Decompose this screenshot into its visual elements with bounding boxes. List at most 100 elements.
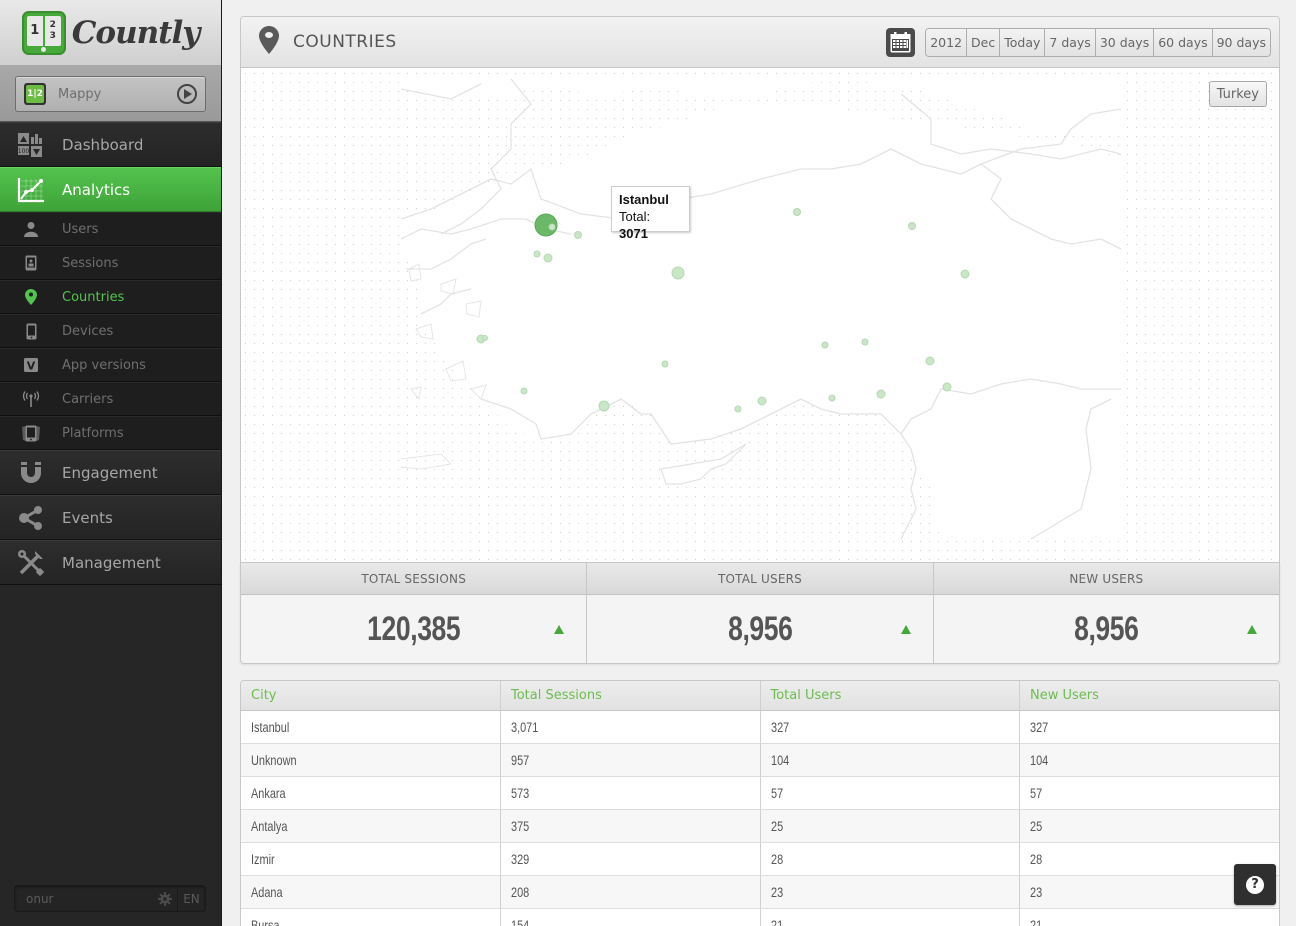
city-bubble[interactable] (793, 208, 801, 216)
region-button-turkey[interactable]: Turkey (1208, 81, 1267, 107)
cell-text: 23 (770, 883, 783, 900)
sidebar-item-label: Users (62, 221, 99, 237)
cell-text: Istanbul (251, 718, 290, 735)
logo[interactable]: 123 Countly (0, 0, 221, 66)
city-bubble[interactable] (960, 269, 970, 279)
user-bar: onur EN (14, 885, 206, 912)
city-bubble[interactable] (876, 389, 886, 399)
city-bubble[interactable] (598, 400, 610, 412)
map-pin-icon (259, 26, 279, 58)
table-cell: 375 (500, 809, 760, 843)
city-bubble[interactable] (543, 253, 553, 263)
sidebar-item-platforms[interactable]: Platforms (0, 416, 221, 450)
column-header-new-users[interactable]: New Users (1019, 681, 1279, 711)
sidebar-item-label: Events (62, 508, 113, 527)
city-bubble[interactable] (548, 223, 556, 231)
username[interactable]: onur (15, 892, 153, 906)
date-button-90-days[interactable]: 90 days (1211, 28, 1270, 56)
date-button-7-days[interactable]: 7 days (1044, 28, 1095, 56)
big-number-total-sessions[interactable]: TOTAL SESSIONS 120,385 (241, 563, 587, 663)
date-button-60-days[interactable]: 60 days (1153, 28, 1212, 56)
antenna-icon (0, 391, 62, 407)
sidebar-item-management[interactable]: Management (0, 540, 221, 585)
sidebar-item-users[interactable]: Users (0, 212, 221, 246)
table-row[interactable]: Ankara 573 57 57 (241, 776, 1279, 810)
table-row[interactable]: Antalya 375 25 25 (241, 809, 1279, 843)
city-bubble[interactable] (821, 341, 829, 349)
session-phone-icon (0, 255, 62, 271)
city-bubble[interactable] (482, 335, 488, 341)
cell-text: 28 (1030, 850, 1043, 867)
table-cell: 104 (1019, 743, 1279, 777)
sidebar-item-label: Devices (62, 323, 114, 339)
column-header-total-users[interactable]: Total Users (759, 681, 1020, 711)
cell-text: 3,071 (511, 718, 539, 735)
sidebar-item-label: Engagement (62, 463, 158, 482)
table-cell: Ankara (241, 776, 501, 810)
sidebar-item-engagement[interactable]: Engagement (0, 450, 221, 495)
cell-text: 57 (1030, 784, 1043, 801)
cell-text: 28 (770, 850, 783, 867)
city-bubble[interactable] (734, 405, 742, 413)
sidebar-item-sessions[interactable]: Sessions (0, 246, 221, 280)
city-bubble[interactable] (671, 266, 685, 280)
city-bubble[interactable] (925, 356, 935, 366)
sidebar-item-countries[interactable]: Countries (0, 280, 221, 314)
big-number-total-users[interactable]: TOTAL USERS 8,956 (586, 563, 933, 663)
sidebar-item-devices[interactable]: Devices (0, 314, 221, 348)
map-tooltip: Istanbul Total: 3071 (611, 186, 690, 241)
big-number-new-users[interactable]: NEW USERS 8,956 (932, 563, 1279, 663)
date-button-today[interactable]: Today (999, 28, 1045, 56)
cell-text: 25 (770, 817, 783, 834)
table-cell: Unknown (241, 743, 501, 777)
table-cell: 154 (500, 908, 760, 926)
sidebar-item-dashboard[interactable]: 100 Dashboard (0, 122, 221, 167)
table-row[interactable]: Unknown 957 104 104 (241, 743, 1279, 777)
gear-icon[interactable] (153, 891, 177, 906)
city-bubble[interactable] (520, 387, 528, 395)
calendar-button[interactable] (886, 27, 916, 57)
date-button-dec[interactable]: Dec (966, 28, 1000, 56)
cell-text: 104 (770, 751, 789, 768)
table-row[interactable]: Izmir 329 28 28 (241, 842, 1279, 876)
sidebar-item-app-versions[interactable]: V App versions (0, 348, 221, 382)
table-row[interactable]: Bursa 154 21 21 (241, 908, 1279, 926)
sidebar-item-events[interactable]: Events (0, 495, 221, 540)
countries-widget: COUNTRIES 2012 Dec Today 7 days 30 days … (240, 16, 1280, 563)
table-cell: 3,071 (500, 710, 760, 744)
sidebar-item-carriers[interactable]: Carriers (0, 382, 221, 416)
svg-text:V: V (27, 360, 36, 373)
calendar-icon (890, 31, 911, 52)
city-bubble[interactable] (533, 250, 541, 258)
city-bubble[interactable] (908, 222, 916, 230)
city-bubble[interactable] (828, 394, 836, 402)
table-row[interactable]: Adana 208 23 23 (241, 875, 1279, 909)
date-button-30-days[interactable]: 30 days (1094, 28, 1154, 56)
date-button-2012[interactable]: 2012 (926, 28, 967, 56)
map-pin-icon (0, 289, 62, 305)
trend-up-icon (554, 625, 565, 634)
table-cell: 57 (1019, 776, 1279, 810)
table-cell: Adana (241, 875, 501, 909)
city-bubble[interactable] (574, 231, 582, 239)
column-header-total-sessions[interactable]: Total Sessions (500, 681, 760, 711)
help-button[interactable]: ? (1234, 864, 1276, 905)
city-bubble[interactable] (661, 360, 669, 368)
tooltip-value: 3071 (619, 226, 648, 241)
language-selector[interactable]: EN (177, 886, 205, 911)
svg-text:100: 100 (18, 148, 30, 155)
city-bubble[interactable] (942, 382, 952, 392)
app-selector[interactable]: 1|2 Mappy (15, 76, 206, 112)
city-bubble[interactable] (757, 396, 767, 406)
cell-text: Adana (251, 883, 283, 900)
sidebar-item-analytics[interactable]: Analytics (0, 167, 221, 212)
user-icon (0, 221, 62, 237)
sidebar-item-label: Analytics (62, 180, 131, 199)
geo-map[interactable]: Turkey Istanbul Total: 3071 (241, 69, 1279, 562)
play-circle-icon[interactable] (177, 84, 197, 104)
app-name: Mappy (58, 86, 102, 102)
city-bubble[interactable] (861, 338, 869, 346)
table-row[interactable]: Istanbul 3,071 327 327 (241, 710, 1279, 744)
big-number-title: TOTAL SESSIONS (241, 563, 587, 595)
column-header-city[interactable]: City (241, 681, 501, 711)
